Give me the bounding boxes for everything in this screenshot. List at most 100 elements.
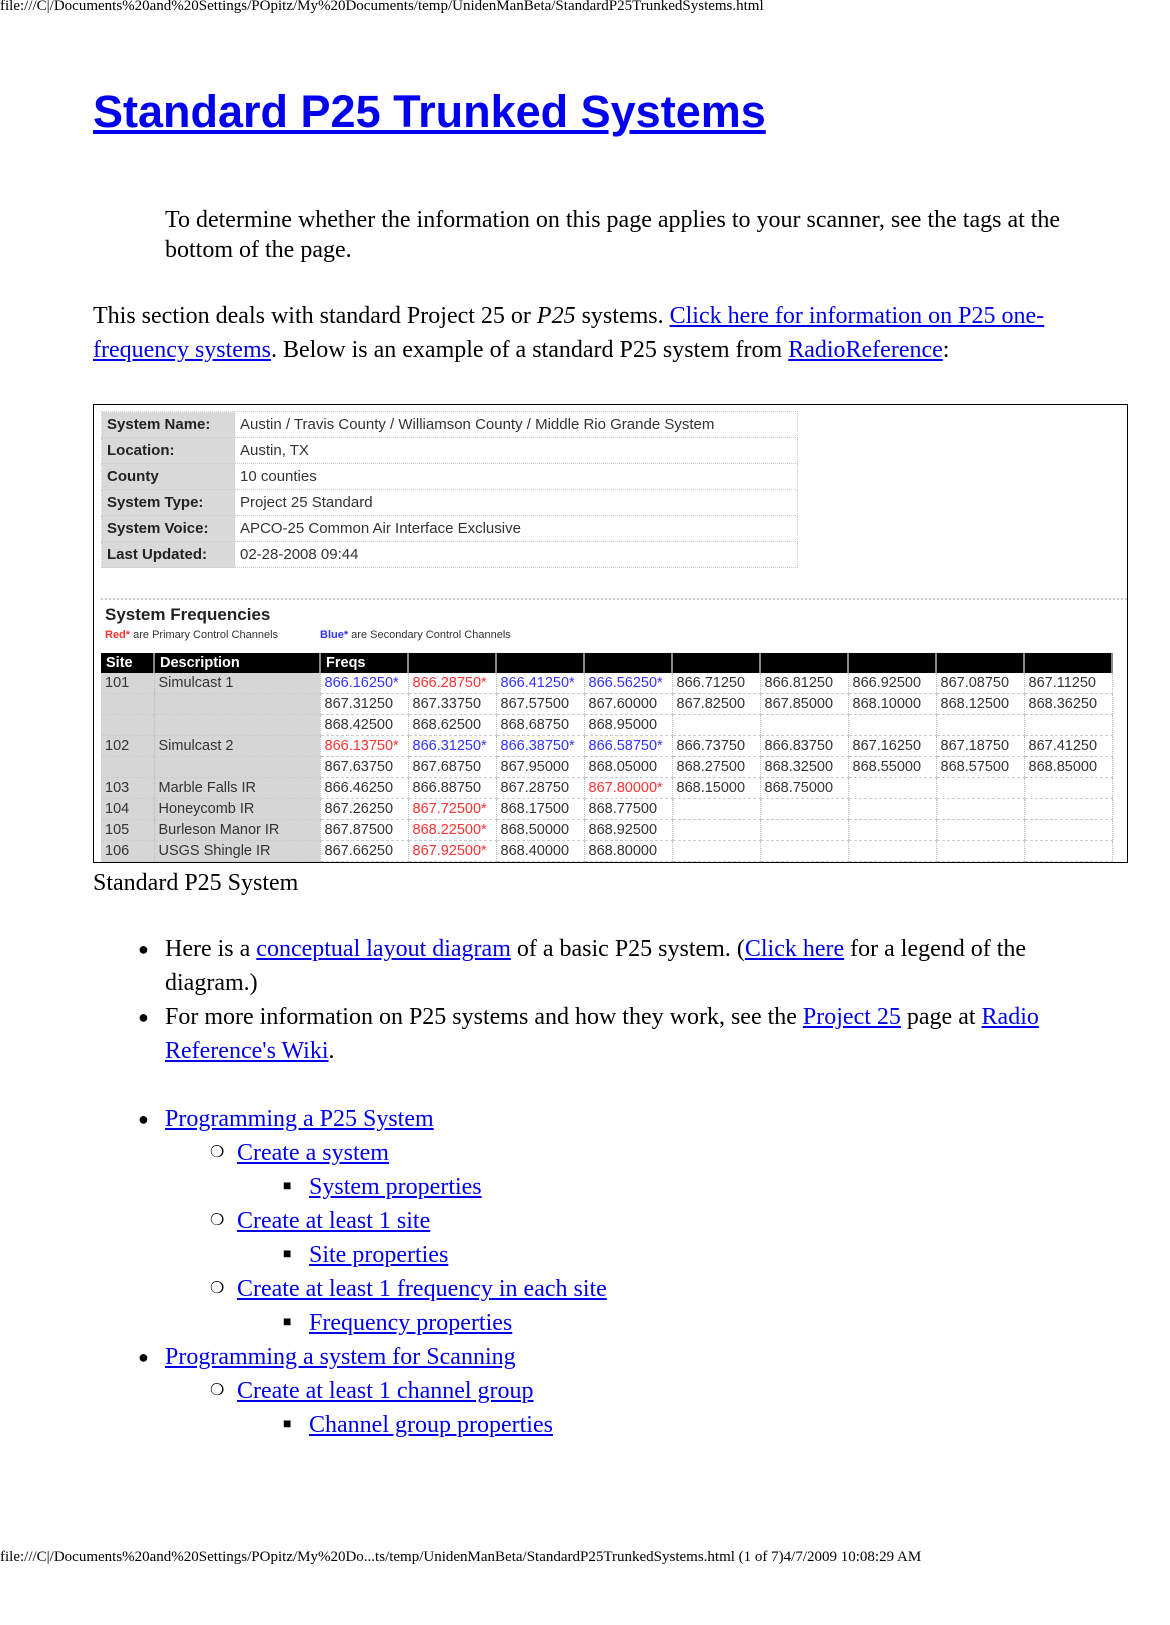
header-blank: [584, 653, 673, 673]
toc-item: ❍ Create at least 1 channel group: [0, 1374, 1090, 1408]
frequency-cell: 868.85000: [1024, 756, 1113, 778]
frequency-cell: 867.11250: [1024, 673, 1113, 694]
text: :: [942, 337, 950, 363]
description-cell: Simulcast 1: [154, 673, 321, 694]
frequency-cell: 867.87500: [320, 819, 409, 841]
frequency-cell: 867.60000: [584, 693, 673, 715]
table-row: 106 USGS Shingle IR 867.66250 867.92500* 868…: [101, 840, 1113, 862]
empty-cell: [1024, 777, 1113, 799]
frequency-cell: 866.56250*: [584, 673, 673, 694]
frequency-cell: 868.40000: [496, 840, 585, 862]
info-value: Austin / Travis County / Williamson Coun…: [234, 411, 798, 438]
frequency-cell: 868.62500: [408, 714, 497, 736]
frequency-cell: 866.31250*: [408, 735, 497, 757]
empty-cell: [672, 714, 761, 736]
header-description: Description: [154, 653, 321, 673]
frequency-cell: 868.92500: [584, 819, 673, 841]
header-blank: [848, 653, 937, 673]
toc-item: ■ Site properties: [0, 1238, 1090, 1272]
toc-item: ● Programming a system for Scanning: [0, 1340, 1090, 1374]
site-cell: 102: [101, 735, 155, 757]
bullet-icon: ●: [138, 1347, 149, 1367]
table-row: 102 Simulcast 2 866.13750* 866.31250* 866.38…: [101, 735, 1113, 757]
frequency-cell: 866.71250: [672, 673, 761, 694]
empty-cell: [760, 819, 849, 841]
frequency-cell: 867.85000: [760, 693, 849, 715]
bullet-icon: ●: [138, 1109, 149, 1129]
bullet-icon: ❍: [210, 1280, 225, 1297]
empty-cell: [848, 819, 937, 841]
info-row: System Voice: APCO-25 Common Air Interfac…: [101, 515, 798, 542]
frequency-cell: 868.36250: [1024, 693, 1113, 715]
info-value: Project 25 Standard: [234, 489, 798, 516]
frequency-cell: 867.72500*: [408, 798, 497, 820]
project25-link[interactable]: Project 25: [803, 1004, 901, 1030]
toc-link[interactable]: Create at least 1 frequency in each site: [237, 1276, 607, 1302]
frequency-cell: 866.58750*: [584, 735, 673, 757]
empty-cell: [848, 798, 937, 820]
frequency-cell: 867.31250: [320, 693, 409, 715]
info-value: 02-28-2008 09:44: [234, 541, 798, 568]
frequency-cell: 867.16250: [848, 735, 937, 757]
empty-cell: [848, 840, 937, 862]
frequency-cell: 868.80000: [584, 840, 673, 862]
toc-item: ■ Channel group properties: [0, 1408, 1090, 1442]
empty-cell: [848, 714, 937, 736]
empty-cell: [1024, 714, 1113, 736]
frequency-cell: 867.26250: [320, 798, 409, 820]
table-row: 868.42500 868.62500 868.68750 868.95000: [101, 714, 1113, 736]
header-blank: [1024, 653, 1113, 673]
header-blank: [936, 653, 1025, 673]
empty-cell: [760, 798, 849, 820]
bullet-icon: ❍: [210, 1144, 225, 1161]
frequency-table: Site Description Freqs 101 Simulcast 1 866.16…: [101, 653, 1113, 862]
bullet-icon: ■: [283, 1417, 292, 1432]
toc-link[interactable]: Create at least 1 channel group: [237, 1378, 534, 1404]
text: page at: [900, 1004, 982, 1030]
bullet-icon: ❍: [210, 1212, 225, 1229]
header-site: Site: [101, 653, 155, 673]
toc-link[interactable]: Frequency properties: [309, 1310, 512, 1336]
description-cell: [154, 693, 321, 715]
table-row: 104 Honeycomb IR 867.26250 867.72500* 868.17…: [101, 798, 1113, 820]
toc-link[interactable]: Programming a P25 System: [165, 1106, 434, 1132]
frequency-cell: 868.22500*: [408, 819, 497, 841]
header-blank: [760, 653, 849, 673]
toc-link[interactable]: Create at least 1 site: [237, 1208, 430, 1234]
frequency-cell: 866.46250: [320, 777, 409, 799]
bullet-diagram: ● Here is a conceptual layout diagram of …: [0, 932, 1090, 1000]
legend-key: Blue*: [320, 629, 349, 641]
toc-link[interactable]: Channel group properties: [309, 1412, 553, 1438]
text: .: [328, 1038, 335, 1064]
info-label: System Type:: [101, 489, 235, 516]
toc-link[interactable]: System properties: [309, 1174, 482, 1200]
bullet-icon: ■: [283, 1315, 292, 1330]
table-row: 867.31250 867.33750 867.57500 867.60000 867.…: [101, 693, 1113, 715]
toc-link[interactable]: Site properties: [309, 1242, 448, 1268]
description-cell: USGS Shingle IR: [154, 840, 321, 862]
toc-link[interactable]: Create a system: [237, 1140, 389, 1166]
site-cell: 101: [101, 673, 155, 694]
info-row: System Name: Austin / Travis County / Wil…: [101, 411, 798, 438]
text: systems.: [575, 303, 670, 329]
frequency-cell: 866.81250: [760, 673, 849, 694]
frequency-cell: 868.10000: [848, 693, 937, 715]
legend-link[interactable]: Click here: [745, 936, 844, 962]
p25-system-figure: System Name: Austin / Travis County / Wil…: [93, 404, 1128, 863]
empty-cell: [936, 714, 1025, 736]
info-row: County 10 counties: [101, 463, 798, 490]
frequency-cell: 867.82500: [672, 693, 761, 715]
diagram-link[interactable]: conceptual layout diagram: [256, 936, 511, 962]
page-title: Standard P25 Trunked Systems: [93, 86, 766, 137]
header-blank: [496, 653, 585, 673]
frequency-cell: 866.41250*: [496, 673, 585, 694]
description-cell: [154, 756, 321, 778]
bullet-more-info: ● For more information on P25 systems and…: [0, 1000, 1090, 1068]
radioreference-link[interactable]: RadioReference: [788, 337, 943, 363]
text: of a basic P25 system. (: [510, 936, 745, 962]
text: This section deals with standard Project…: [93, 303, 537, 329]
empty-cell: [1024, 798, 1113, 820]
toc-item: ● Programming a P25 System: [0, 1102, 1090, 1136]
frequencies-title: System Frequencies: [105, 605, 271, 624]
toc-link[interactable]: Programming a system for Scanning: [165, 1344, 516, 1370]
